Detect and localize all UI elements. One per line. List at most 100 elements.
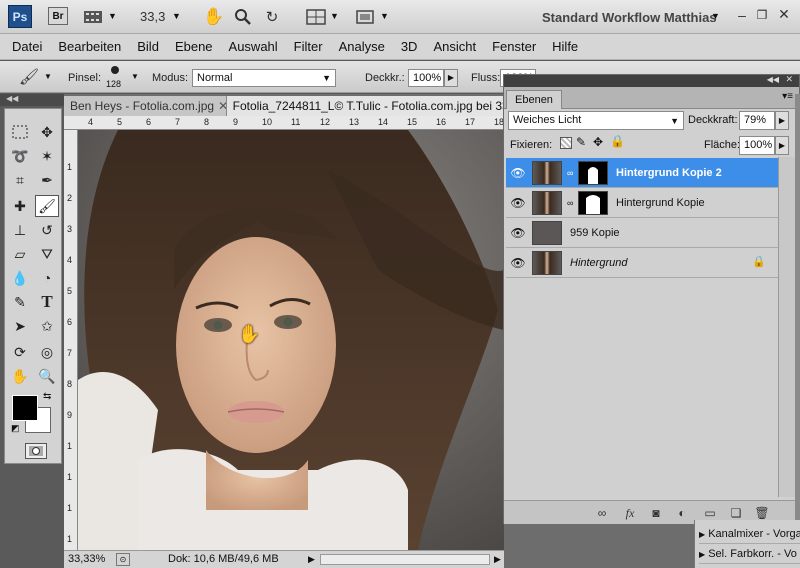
foreground-color-swatch[interactable] xyxy=(12,395,38,421)
swap-colors-icon[interactable]: ⇆ xyxy=(43,391,51,402)
close-icon[interactable]: ✕ xyxy=(785,74,793,85)
layer-thumbnail[interactable] xyxy=(532,251,562,275)
status-zoom[interactable]: 33,33% xyxy=(68,551,105,568)
paint-bucket-icon[interactable]: ⛛ xyxy=(35,243,59,265)
status-info-icon[interactable]: ⊙ xyxy=(116,553,130,566)
film-icon[interactable] xyxy=(82,8,104,26)
blur-tool-icon[interactable]: 💧 xyxy=(8,267,32,289)
chevron-down-icon[interactable]: ▼ xyxy=(711,11,720,21)
bridge-button[interactable]: Br xyxy=(48,7,68,25)
quick-mask-icon[interactable] xyxy=(25,443,47,459)
brush-preset-icon[interactable]: 🖌 xyxy=(18,67,40,87)
layer-style-fx-icon[interactable]: fx xyxy=(622,505,638,521)
zoom-tool-icon[interactable] xyxy=(232,6,254,28)
path-selection-icon[interactable]: ➤ xyxy=(8,315,32,337)
status-menu-arrow-icon[interactable]: ▶ xyxy=(308,551,315,568)
workspace-name[interactable]: Standard Workflow Matthias xyxy=(542,10,717,25)
panel-title-bar[interactable]: ◀◀ ✕ xyxy=(504,74,799,87)
layer-opacity-slider-button[interactable]: ▶ xyxy=(775,111,789,130)
custom-shape-icon[interactable]: ✩ xyxy=(35,315,59,337)
pen-tool-icon[interactable]: ✎ xyxy=(8,291,32,313)
close-icon[interactable]: ✕ xyxy=(776,6,792,22)
move-tool-icon[interactable]: ✥ xyxy=(35,121,59,143)
chain-link-icon[interactable]: ∞ xyxy=(567,198,573,208)
menu-bearbeiten[interactable]: Bearbeiten xyxy=(50,34,129,60)
menu-hilfe[interactable]: Hilfe xyxy=(544,34,586,60)
eraser-tool-icon[interactable]: ▱ xyxy=(8,243,32,265)
layer-row[interactable]: 👁 Hintergrund 🔒 xyxy=(506,248,778,278)
brush-tool-icon[interactable]: 🖌 xyxy=(35,195,59,217)
hand-tool-icon[interactable]: ✋ xyxy=(203,6,225,28)
layer-thumbnail[interactable] xyxy=(532,221,562,245)
action-item[interactable]: ▶ Sel. Farbkorr. - Vo xyxy=(699,544,800,564)
visibility-eye-icon[interactable]: 👁 xyxy=(510,195,526,211)
collapse-icon[interactable]: ◀◀ xyxy=(767,75,779,84)
mode-select[interactable]: Normal ▼ xyxy=(192,69,336,87)
layer-name[interactable]: Hintergrund Kopie xyxy=(616,197,705,209)
layer-opacity-field[interactable]: 79% xyxy=(739,111,775,130)
layer-row[interactable]: 👁 ∞ Hintergrund Kopie xyxy=(506,188,778,218)
adjustment-layer-icon[interactable]: ◐ xyxy=(674,505,690,521)
rotate-view-icon[interactable]: ↻ xyxy=(261,6,283,28)
blend-mode-select[interactable]: Weiches Licht ▼ xyxy=(508,111,684,130)
chain-link-icon[interactable]: ∞ xyxy=(567,168,573,178)
history-brush-icon[interactable]: ↺ xyxy=(35,219,59,241)
panel-menu-icon[interactable]: ▾≡ xyxy=(782,91,793,102)
action-item[interactable]: ▶ Kanalmixer - Vorga xyxy=(699,524,800,544)
visibility-eye-icon[interactable]: 👁 xyxy=(510,255,526,271)
arrange-documents-icon[interactable] xyxy=(305,7,327,27)
layer-mask-thumbnail[interactable] xyxy=(578,161,608,185)
tab-document-1[interactable]: Ben Heys - Fotolia.com.jpg✕ xyxy=(64,96,227,116)
menu-auswahl[interactable]: Auswahl xyxy=(221,34,286,60)
lock-all-icon[interactable]: 🔒 xyxy=(610,134,625,148)
eyedropper-icon[interactable]: ✒ xyxy=(35,169,59,191)
menu-3d[interactable]: 3D xyxy=(393,34,426,60)
scroll-right-icon[interactable]: ▶ xyxy=(494,551,501,568)
menu-fenster[interactable]: Fenster xyxy=(484,34,544,60)
expand-arrow-icon[interactable]: ▶ xyxy=(699,530,705,539)
opacity-slider-button[interactable]: ▶ xyxy=(444,69,458,87)
fill-field[interactable]: 100% xyxy=(739,136,775,155)
default-colors-icon[interactable]: ◩ xyxy=(11,423,20,434)
lock-pixels-icon[interactable]: ✎ xyxy=(576,135,586,149)
menu-datei[interactable]: Datei xyxy=(4,34,50,60)
layer-mask-thumbnail[interactable] xyxy=(578,191,608,215)
close-icon[interactable]: ✕ xyxy=(218,99,226,113)
tab-ebenen[interactable]: Ebenen xyxy=(506,90,562,109)
chevron-down-icon[interactable]: ▼ xyxy=(44,72,52,81)
tab-document-2[interactable]: Fotolia_7244811_L© T.Tulic - Fotolia.com… xyxy=(226,96,504,116)
menu-analyse[interactable]: Analyse xyxy=(331,34,393,60)
magic-wand-icon[interactable]: ✶ xyxy=(35,145,59,167)
new-group-icon[interactable]: ▭ xyxy=(702,505,718,521)
menu-filter[interactable]: Filter xyxy=(286,34,331,60)
zoom-tool-icon[interactable]: 🔍 xyxy=(35,365,59,387)
layer-name[interactable]: Hintergrund Kopie 2 xyxy=(616,167,722,179)
visibility-eye-icon[interactable]: 👁 xyxy=(510,165,526,181)
chevron-down-icon[interactable]: ▼ xyxy=(330,11,339,21)
chevron-down-icon[interactable]: ▼ xyxy=(108,11,117,21)
3d-rotate-icon[interactable]: ⟳ xyxy=(8,341,32,363)
layer-name[interactable]: Hintergrund xyxy=(570,257,627,269)
marquee-tool-icon[interactable] xyxy=(8,121,32,143)
toolbox-header[interactable]: ◀◀ xyxy=(0,94,64,106)
type-tool-icon[interactable]: T xyxy=(35,291,59,313)
layer-name[interactable]: 959 Kopie xyxy=(570,227,620,239)
visibility-eye-icon[interactable]: 👁 xyxy=(510,225,526,241)
minimize-icon[interactable]: – xyxy=(734,7,750,23)
chevron-down-icon[interactable]: ▼ xyxy=(131,72,139,81)
lock-position-icon[interactable]: ✥ xyxy=(593,135,603,149)
zoom-level[interactable]: 33,3 xyxy=(140,9,165,24)
delete-layer-icon[interactable]: 🗑 xyxy=(754,505,770,521)
opacity-field[interactable]: 100% xyxy=(408,69,444,87)
fill-slider-button[interactable]: ▶ xyxy=(775,136,789,155)
menu-bild[interactable]: Bild xyxy=(129,34,167,60)
menu-ansicht[interactable]: Ansicht xyxy=(425,34,484,60)
horizontal-scrollbar[interactable] xyxy=(320,554,490,565)
brush-tip-icon[interactable] xyxy=(111,66,119,74)
collapse-icon[interactable]: ◀◀ xyxy=(6,94,18,103)
layer-row[interactable]: 👁 959 Kopie xyxy=(506,218,778,248)
dodge-tool-icon[interactable]: ◔ xyxy=(35,267,59,289)
chevron-down-icon[interactable]: ▼ xyxy=(380,11,389,21)
lasso-tool-icon[interactable]: ➰ xyxy=(8,145,32,167)
3d-orbit-icon[interactable]: ◎ xyxy=(35,341,59,363)
